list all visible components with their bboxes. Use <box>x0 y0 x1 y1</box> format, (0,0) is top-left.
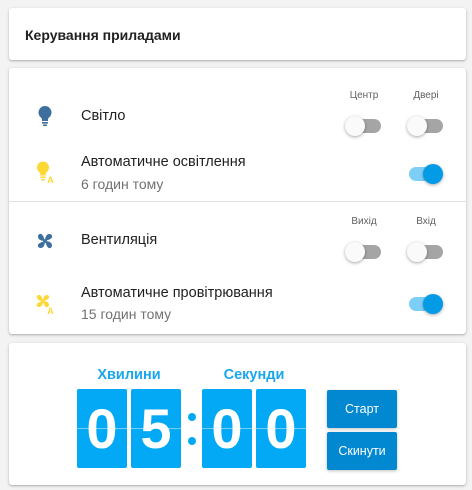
minutes-label: Хвилини <box>97 367 161 383</box>
auto-ventilation-timestamp: 15 годин тому <box>81 306 172 322</box>
toggle-thumb <box>407 116 427 136</box>
fan-icon <box>33 229 57 253</box>
auto-ventilation-label: Автоматичне провітрювання <box>81 285 273 301</box>
svg-text:A: A <box>47 306 54 315</box>
light-door-toggle[interactable] <box>407 116 443 136</box>
toggle-thumb <box>423 164 443 184</box>
colon-dot-bottom <box>188 437 196 445</box>
toggle-header-center: Центр <box>349 90 379 101</box>
ventilation-label: Вентиляція <box>81 232 158 248</box>
colon-dot-top <box>188 413 196 421</box>
reset-button[interactable]: Скинути <box>327 432 397 470</box>
toggle-thumb <box>345 116 365 136</box>
seconds-ones-digit: 0 <box>256 389 306 468</box>
minutes-ones-digit: 5 <box>131 389 181 468</box>
lightbulb-icon <box>33 104 57 128</box>
auto-ventilation-row: A Автоматичне провітрювання 15 годин том… <box>9 272 466 334</box>
seconds-label: Секунди <box>223 367 285 383</box>
auto-light-label: Автоматичне освітлення <box>81 154 246 170</box>
light-center-toggle[interactable] <box>345 116 381 136</box>
lightbulb-auto-icon: A <box>33 160 57 185</box>
toggle-header-door: Двері <box>413 90 439 101</box>
page-title: Керування приладами <box>25 27 181 43</box>
toggle-thumb <box>423 294 443 314</box>
timer-card: Хвилини Секунди 0 5 0 0 Старт Скинути <box>9 343 466 485</box>
svg-text:A: A <box>47 175 54 184</box>
toggle-thumb <box>345 242 365 262</box>
ventilation-intake-toggle[interactable] <box>407 242 443 262</box>
light-label: Світло <box>81 108 126 124</box>
toggle-thumb <box>407 242 427 262</box>
auto-light-toggle[interactable] <box>407 164 443 184</box>
seconds-tens-digit: 0 <box>202 389 252 468</box>
header-card: Керування приладами <box>9 8 466 60</box>
minutes-tens-digit: 0 <box>77 389 127 468</box>
auto-light-row: A Автоматичне освітлення 6 годин тому <box>9 138 466 201</box>
toggle-header-intake: Вхід <box>416 216 436 227</box>
light-row: Центр Двері Світло <box>9 68 466 138</box>
toggle-header-exhaust: Вихід <box>351 216 377 227</box>
auto-ventilation-toggle[interactable] <box>407 294 443 314</box>
fan-auto-icon: A <box>33 291 57 316</box>
auto-light-timestamp: 6 годин тому <box>81 176 164 192</box>
devices-card: Центр Двері Світло A Автоматичне освітле… <box>9 68 466 334</box>
ventilation-row: Вихід Вхід Вентиляція <box>9 202 466 272</box>
ventilation-exhaust-toggle[interactable] <box>345 242 381 262</box>
start-button[interactable]: Старт <box>327 390 397 428</box>
